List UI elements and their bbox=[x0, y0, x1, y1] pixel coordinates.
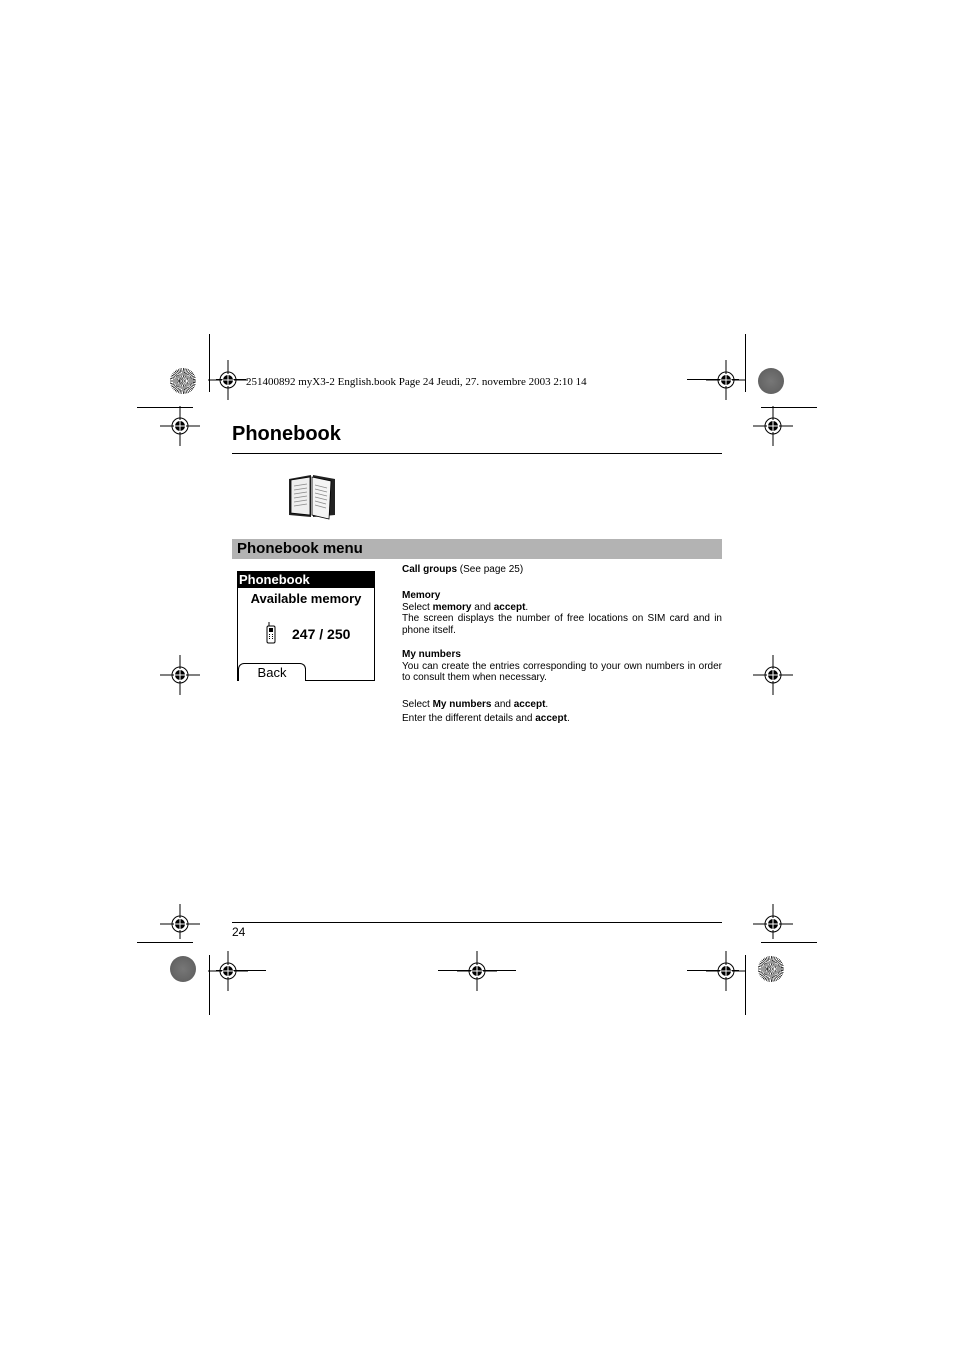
screen-subtitle: Available memory bbox=[250, 591, 362, 606]
step-enter: Enter the different details and accept. bbox=[402, 713, 722, 725]
keyword: My numbers bbox=[432, 699, 492, 710]
call-groups-ref: (See page 25) bbox=[457, 564, 524, 575]
text: and bbox=[471, 601, 494, 613]
memory-description: The screen displays the number of free l… bbox=[402, 613, 722, 636]
mobile-phone-icon bbox=[266, 622, 276, 644]
registration-mark-icon bbox=[706, 360, 746, 400]
registration-mark-icon bbox=[160, 406, 200, 446]
keyword: memory bbox=[432, 601, 472, 613]
star-target-icon bbox=[758, 956, 784, 982]
text: and bbox=[491, 699, 514, 710]
registration-mark-icon bbox=[457, 951, 497, 991]
registration-mark-icon bbox=[753, 406, 793, 446]
registration-mark-icon bbox=[160, 904, 200, 939]
text: Select bbox=[402, 699, 433, 710]
section-header: Phonebook menu bbox=[232, 539, 722, 559]
keyword: accept bbox=[513, 699, 546, 710]
text: . bbox=[545, 699, 549, 710]
grey-disc-icon bbox=[170, 956, 196, 982]
registration-mark-icon bbox=[753, 904, 793, 939]
my-numbers-heading: My numbers bbox=[402, 649, 461, 660]
page-title: Phonebook bbox=[232, 423, 341, 445]
text: . bbox=[566, 712, 570, 724]
registration-mark-icon bbox=[753, 655, 793, 695]
title-rule bbox=[232, 453, 722, 454]
star-target-icon bbox=[170, 368, 196, 394]
phone-screen: Phonebook Available memory 247 / 250 Bac… bbox=[237, 571, 375, 681]
open-book-icon bbox=[289, 475, 335, 520]
my-numbers-description: You can create the entries corresponding… bbox=[402, 660, 722, 684]
keyword: accept bbox=[493, 601, 526, 613]
my-numbers-block: My numbers You can create the entries co… bbox=[402, 649, 722, 684]
registration-mark-icon bbox=[208, 951, 248, 991]
memory-block: Memory Select memory and accept. The scr… bbox=[402, 590, 722, 636]
step-select: Select My numbers and accept. bbox=[402, 699, 722, 711]
section-title: Phonebook menu bbox=[237, 540, 363, 557]
call-groups-line: Call groups (See page 25) bbox=[402, 564, 722, 576]
text: . bbox=[525, 601, 529, 613]
my-numbers-steps: Select My numbers and accept. Enter the … bbox=[402, 699, 722, 724]
memory-heading: Memory bbox=[402, 590, 441, 601]
text: Select bbox=[402, 601, 433, 613]
registration-mark-icon bbox=[706, 951, 746, 991]
grey-disc-icon bbox=[758, 368, 784, 394]
footer-rule bbox=[232, 922, 722, 923]
print-slug: 251400892 myX3-2 English.book Page 24 Je… bbox=[246, 376, 587, 388]
memory-count: 247 / 250 bbox=[292, 626, 351, 642]
keyword: accept bbox=[535, 712, 567, 724]
screen-title: Phonebook bbox=[238, 572, 374, 588]
page-number: 24 bbox=[232, 925, 246, 939]
back-softkey[interactable]: Back bbox=[238, 663, 306, 681]
registration-mark-icon bbox=[160, 655, 200, 695]
text: Enter the different details and bbox=[402, 712, 536, 724]
call-groups-label: Call groups bbox=[402, 564, 458, 575]
registration-mark-icon bbox=[208, 360, 248, 400]
